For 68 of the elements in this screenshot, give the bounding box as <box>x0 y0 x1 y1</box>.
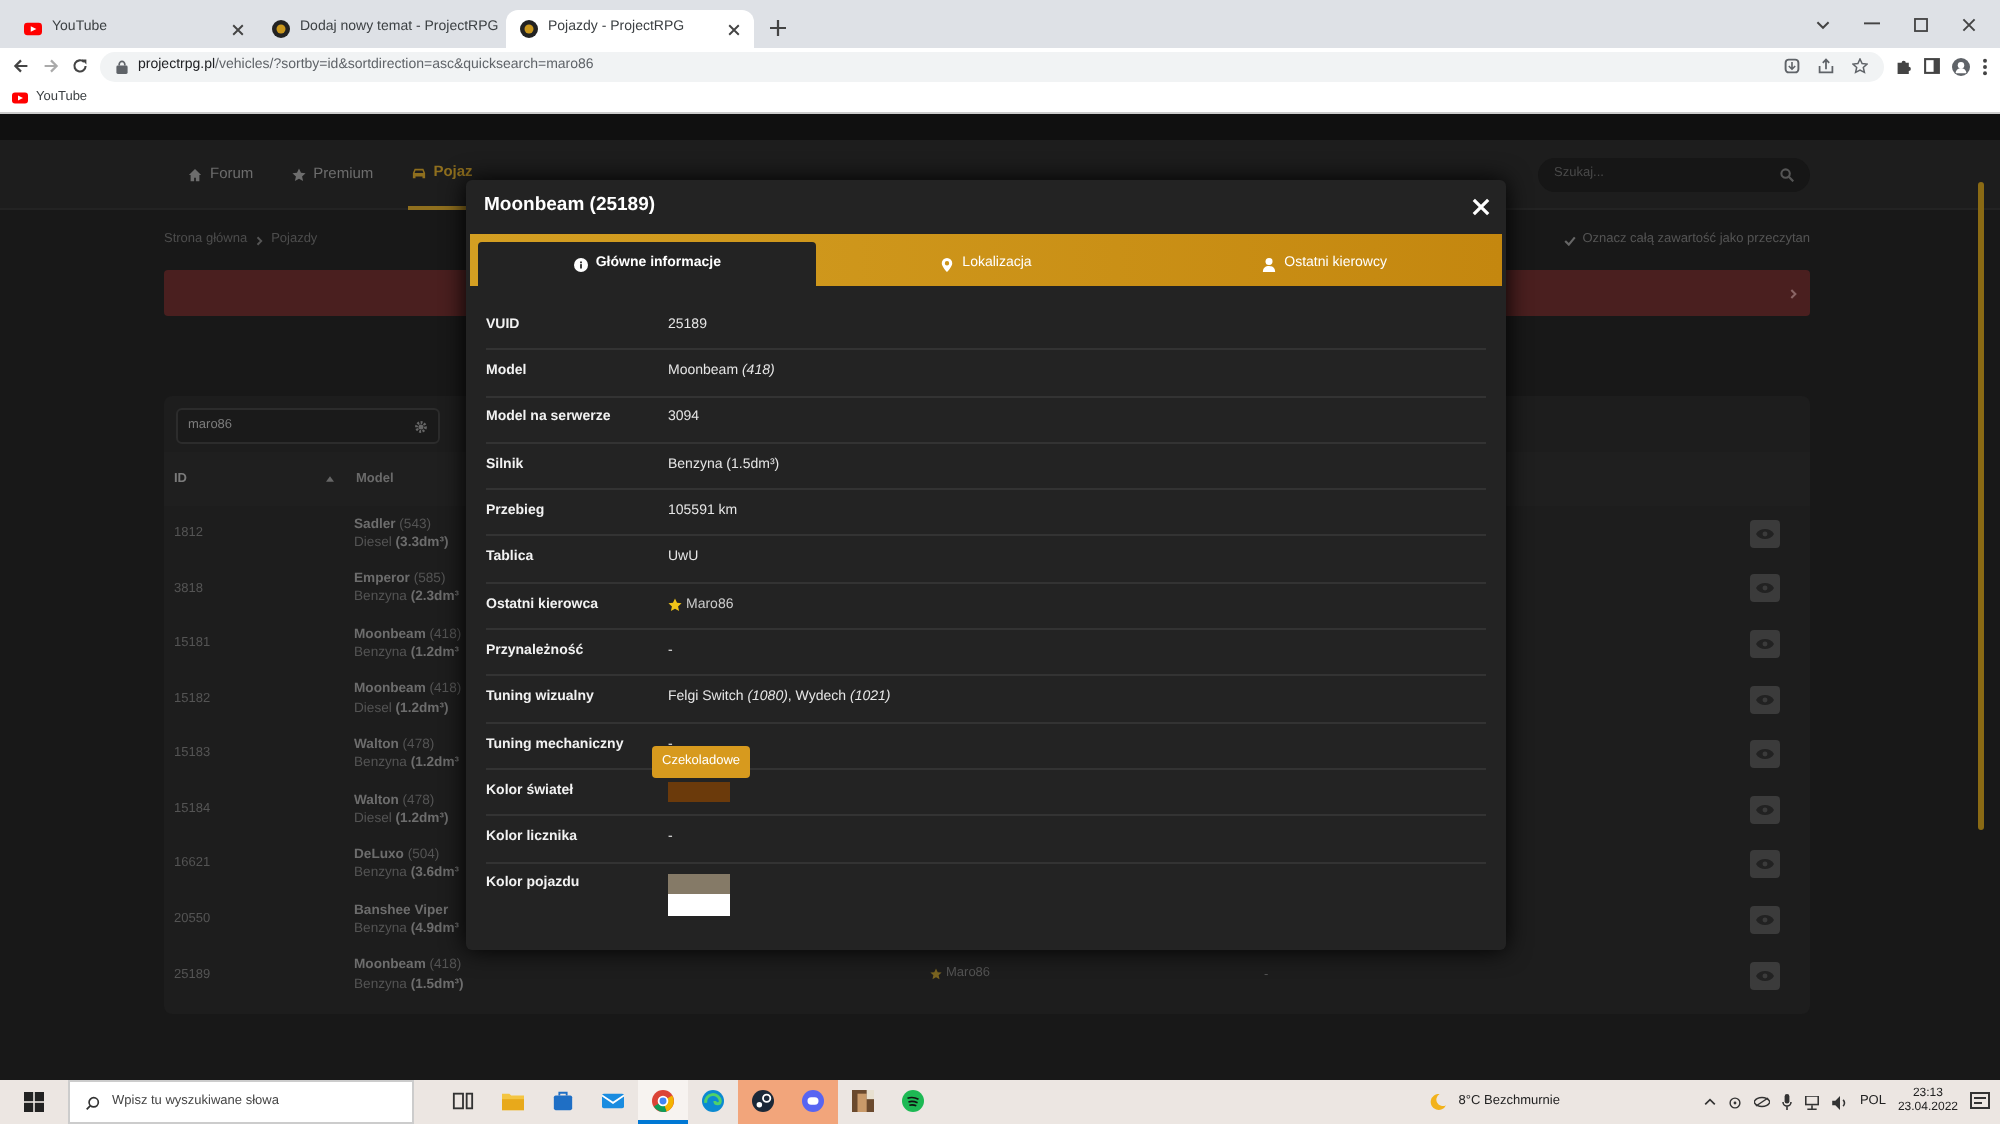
eye-icon <box>1756 637 1774 650</box>
search-icon[interactable] <box>1780 167 1794 181</box>
microphone-icon[interactable] <box>1781 1094 1792 1110</box>
browser-icon <box>652 1089 674 1111</box>
new-tab-icon[interactable] <box>770 20 786 36</box>
back-arrow-icon[interactable] <box>12 58 30 74</box>
close-icon <box>1472 198 1490 216</box>
close-button[interactable] <box>1472 198 1490 216</box>
speaker-icon[interactable] <box>1831 1095 1848 1109</box>
scrollbar-thumb[interactable] <box>1978 182 1984 830</box>
chevron-down-icon[interactable] <box>1816 19 1830 29</box>
minimize-icon[interactable] <box>1864 22 1880 26</box>
wave-logo-icon <box>702 1089 724 1111</box>
chevron-up-icon[interactable] <box>1703 1098 1716 1106</box>
reload-icon[interactable] <box>72 58 88 74</box>
folder-icon <box>502 1089 524 1111</box>
star-icon <box>668 598 682 613</box>
person-icon <box>1262 257 1277 271</box>
eye-icon <box>1756 693 1774 706</box>
share-icon[interactable] <box>1818 58 1834 74</box>
network-icon[interactable] <box>1803 1095 1820 1109</box>
chevron-right-icon <box>255 235 264 245</box>
search-icon <box>86 1095 100 1109</box>
game-app-icon <box>852 1089 874 1111</box>
map-pin-icon <box>940 257 955 271</box>
eye-icon <box>1756 969 1774 982</box>
eye-icon <box>1756 527 1774 540</box>
eye-icon <box>1756 803 1774 816</box>
youtube-logo-icon <box>24 20 42 38</box>
install-icon[interactable] <box>1784 58 1800 74</box>
mail-icon <box>602 1089 624 1111</box>
eye-icon <box>1756 582 1774 595</box>
close-icon[interactable] <box>232 23 244 35</box>
task-view-icon <box>452 1089 474 1111</box>
site-logo-icon <box>272 20 290 38</box>
eye-icon <box>1756 748 1774 761</box>
steam-logo-icon <box>752 1089 774 1111</box>
shopping-bag-icon <box>552 1089 574 1111</box>
home-icon <box>188 167 202 181</box>
eye-slash-icon[interactable] <box>1753 1096 1770 1108</box>
star-icon <box>930 967 942 980</box>
star-icon <box>291 167 306 181</box>
more-menu-icon[interactable] <box>1982 57 1988 75</box>
info-icon <box>573 257 588 271</box>
profile-icon[interactable] <box>1952 57 1970 75</box>
notification-icon[interactable] <box>1970 1092 1990 1112</box>
sort-caret-icon <box>326 476 334 482</box>
side-panel-icon[interactable] <box>1924 58 1940 74</box>
car-icon <box>411 165 426 179</box>
site-logo-icon <box>520 20 538 38</box>
taskbar-button[interactable] <box>738 1080 788 1124</box>
maximize-icon[interactable] <box>1914 17 1928 31</box>
music-app-icon <box>902 1089 924 1111</box>
moon-icon <box>1430 1094 1447 1110</box>
eye-icon <box>1756 913 1774 926</box>
gear-icon[interactable] <box>414 419 428 433</box>
lock-icon <box>116 59 128 73</box>
eye-icon <box>1756 858 1774 871</box>
chevron-right-icon[interactable] <box>1790 287 1798 299</box>
windows-start-icon[interactable] <box>24 1092 44 1112</box>
close-icon[interactable] <box>1962 17 1976 31</box>
close-icon[interactable] <box>728 23 740 35</box>
chat-app-icon <box>802 1089 824 1111</box>
check-icon <box>1564 235 1577 245</box>
puzzle-icon[interactable] <box>1896 58 1912 74</box>
bookmark-star-icon[interactable] <box>1852 58 1868 74</box>
modal-title: Moonbeam (25189) <box>484 192 656 221</box>
youtube-logo-icon <box>12 90 28 106</box>
